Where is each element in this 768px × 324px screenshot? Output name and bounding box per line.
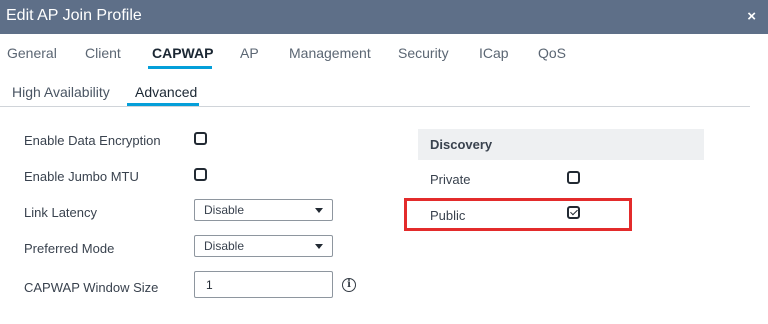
chevron-down-icon	[315, 244, 323, 249]
enable-data-encryption-label: Enable Data Encryption	[24, 133, 161, 148]
tab-general[interactable]: General	[7, 45, 57, 61]
tab-qos[interactable]: QoS	[538, 45, 566, 61]
capwap-window-size-input[interactable]: 1	[194, 271, 333, 298]
dialog-titlebar: Edit AP Join Profile ×	[0, 0, 768, 34]
tab-icap[interactable]: ICap	[479, 45, 509, 61]
tab-ap[interactable]: AP	[240, 45, 259, 61]
capwap-window-size-value: 1	[206, 278, 213, 292]
tab-security[interactable]: Security	[398, 45, 449, 61]
tab-bar: General Client CAPWAP AP Management Secu…	[0, 34, 768, 71]
subtab-advanced[interactable]: Advanced	[135, 84, 197, 100]
discovery-title: Discovery	[430, 137, 493, 152]
dialog-title: Edit AP Join Profile	[6, 7, 142, 24]
discovery-header: Discovery	[418, 129, 704, 160]
enable-jumbo-mtu-checkbox[interactable]	[194, 168, 207, 181]
active-tab-indicator	[148, 66, 212, 69]
public-highlight-box	[404, 198, 632, 231]
capwap-window-size-label: CAPWAP Window Size	[24, 280, 159, 295]
discovery-private-label: Private	[430, 172, 471, 187]
subtab-divider	[0, 106, 750, 107]
subtab-high-availability[interactable]: High Availability	[12, 84, 110, 100]
enable-jumbo-mtu-label: Enable Jumbo MTU	[24, 169, 139, 184]
link-latency-select[interactable]: Disable	[194, 199, 333, 221]
enable-data-encryption-checkbox[interactable]	[194, 132, 207, 145]
tab-capwap[interactable]: CAPWAP	[152, 45, 213, 61]
close-icon[interactable]: ×	[747, 8, 756, 25]
preferred-mode-select[interactable]: Disable	[194, 235, 333, 257]
link-latency-label: Link Latency	[24, 205, 97, 220]
link-latency-value: Disable	[204, 203, 245, 217]
tab-management[interactable]: Management	[289, 45, 371, 61]
discovery-private-checkbox[interactable]	[567, 171, 580, 184]
tab-client[interactable]: Client	[85, 45, 121, 61]
preferred-mode-value: Disable	[204, 239, 245, 253]
chevron-down-icon	[315, 208, 323, 213]
info-icon[interactable]: i	[342, 278, 356, 292]
subtab-bar: High Availability Advanced	[0, 71, 768, 107]
preferred-mode-label: Preferred Mode	[24, 241, 115, 256]
